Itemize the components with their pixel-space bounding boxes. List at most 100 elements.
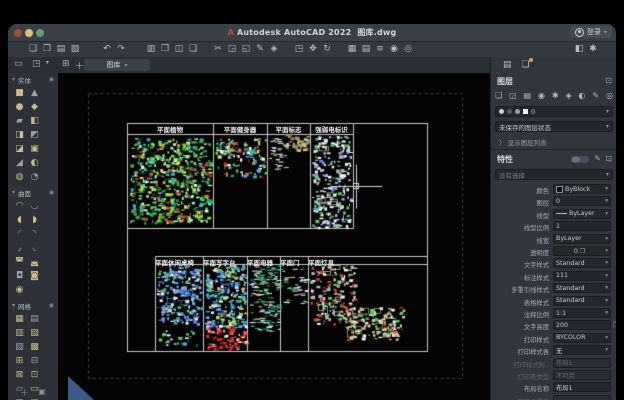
plot-preview-icon[interactable]: ❒ (158, 43, 172, 56)
layers-palette-icon[interactable]: ▤ (503, 60, 512, 70)
properties-header-toggle[interactable] (571, 156, 589, 163)
current-layer-row[interactable]: 0 ▾ (495, 106, 613, 117)
lock-layer-icon[interactable]: ◈ (565, 91, 571, 100)
match-layer-icon[interactable]: ✎ (592, 91, 599, 100)
tool-icon[interactable]: ▰ (12, 114, 27, 128)
tool-icon[interactable]: ◩ (27, 128, 42, 142)
tool-icon[interactable]: ⊟ (27, 354, 42, 368)
tool-icon[interactable]: ◡ (27, 199, 42, 213)
tool-group-header[interactable]: ▾曲面◉ (8, 186, 58, 199)
save-as-icon[interactable]: ▧ (68, 43, 82, 56)
drawing-tab[interactable]: 图库 ▾ (84, 59, 150, 71)
new-file-icon[interactable]: ❏ (26, 43, 40, 56)
insert-block-icon[interactable]: ◈ (267, 43, 281, 56)
edit-field-icon[interactable]: ❐ (613, 321, 616, 329)
view-cube-icon[interactable]: ◳ (32, 59, 41, 69)
copy-icon[interactable]: ◲ (225, 43, 239, 56)
property-value-field[interactable]: 布局1 (553, 382, 611, 392)
tool-icon[interactable]: ◧ (27, 114, 42, 128)
property-value-field[interactable]: ByLayer▾ (553, 209, 611, 219)
layer-freeze-icon[interactable] (507, 109, 512, 114)
paste-icon[interactable]: ◱ (239, 43, 253, 56)
tool-icon[interactable]: ⊞ (12, 354, 27, 368)
chevron-down-icon[interactable]: ▾ (46, 59, 49, 66)
tool-icon[interactable]: ◨ (12, 128, 27, 142)
layout-grid-icon[interactable]: ⊞ (62, 59, 70, 69)
open-folder-icon[interactable]: ❐ (40, 43, 54, 56)
tool-group-header[interactable]: ▾网格◉ (8, 299, 58, 312)
viewport-icon[interactable]: ▭ (14, 59, 23, 69)
property-value-field[interactable]: 1 (553, 221, 611, 231)
gear-icon[interactable]: ◉ (49, 189, 54, 196)
match-properties-icon[interactable]: ✎ (253, 43, 267, 56)
publish-icon[interactable]: ❑ (186, 43, 200, 56)
undo-icon[interactable]: ↶ (100, 43, 114, 56)
tool-icon[interactable]: ◞ (12, 241, 27, 255)
tool-icon[interactable]: ● (12, 100, 27, 114)
save-icon[interactable]: ▤ (54, 43, 68, 56)
cad-canvas[interactable] (58, 73, 490, 400)
property-value-field[interactable]: ByBlock▾ (553, 184, 611, 194)
tool-icon[interactable]: ◛ (27, 255, 42, 269)
tool-icon[interactable]: ◖ (12, 213, 27, 227)
tool-icon[interactable]: ▥ (12, 326, 27, 340)
tool-icon[interactable]: ■ (12, 86, 27, 100)
drawing-area[interactable]: 平面植物平面健身器平面标志强弱电标识平面休闲桌椅平面写字台平面电器平面门平面灯具 (58, 73, 490, 400)
layers-icon[interactable]: ▤ (359, 43, 373, 56)
plot-icon[interactable]: ▥ (144, 43, 158, 56)
property-value-field[interactable]: 0▾ (553, 196, 611, 206)
tool-icon[interactable]: ▦ (12, 312, 27, 326)
tool-icon[interactable]: ◜ (12, 227, 27, 241)
property-value-field[interactable]: BYCOLOR▾ (553, 333, 611, 343)
delete-layer-icon[interactable]: ◲ (509, 91, 517, 100)
property-value-field[interactable]: Standard▾ (553, 258, 611, 268)
property-value-field[interactable]: 1:1▾ (553, 308, 611, 318)
tool-icon[interactable]: ▤ (27, 312, 42, 326)
panel-icon[interactable]: ▣ (38, 387, 46, 398)
tool-icon[interactable]: ◐ (27, 156, 42, 170)
settings-icon[interactable]: ✱ (586, 43, 600, 56)
layer-color-swatch[interactable] (523, 109, 528, 114)
group-icon[interactable]: ◉ (387, 43, 401, 56)
tool-icon[interactable]: ◔ (27, 170, 42, 184)
properties-palette-icon[interactable]: ❏ (522, 60, 530, 70)
property-value-field[interactable]: ByLayer▾ (553, 234, 611, 244)
tool-icon[interactable]: ⊡ (27, 368, 42, 382)
tool-icon[interactable]: ◠ (12, 199, 27, 213)
layer-on-icon[interactable] (499, 109, 504, 114)
properties-list-icon[interactable]: ≡ (373, 43, 387, 56)
panel-collapse-icon[interactable]: ⊡ (605, 154, 612, 163)
tool-icon[interactable]: ▣ (27, 142, 42, 156)
tool-icon[interactable]: ◘ (12, 269, 27, 283)
tool-icon[interactable]: ◢ (12, 156, 27, 170)
isolate-layer-icon[interactable]: ◉ (538, 91, 545, 100)
property-value-field[interactable]: 200 (553, 320, 611, 330)
show-layer-list-link[interactable]: 〉 显示图层列表 (499, 137, 547, 147)
login-button[interactable]: 登录 ▾ (570, 26, 612, 38)
selection-dropdown[interactable]: 没有选择 ▾ (495, 169, 613, 180)
tool-icon[interactable]: ◟ (27, 241, 42, 255)
property-value-field[interactable]: Standard▾ (553, 296, 611, 306)
tool-icon[interactable]: ▲ (27, 86, 42, 100)
match-properties-icon[interactable]: ✎ (594, 154, 601, 163)
zoom-window-icon[interactable]: ◳ (292, 43, 306, 56)
layer-states-icon[interactable]: ▤ (524, 91, 532, 100)
tool-group-header[interactable]: ▾实体◉ (8, 73, 58, 86)
tool-icon[interactable]: ◝ (27, 227, 42, 241)
property-value-field[interactable]: 0❐▾ (553, 246, 611, 256)
property-value-field[interactable]: Standard▾ (553, 283, 611, 293)
tool-icon[interactable]: ◗ (27, 213, 42, 227)
measure-icon[interactable]: ▦ (345, 43, 359, 56)
cut-icon[interactable]: ✂ (211, 43, 225, 56)
add-tab-button[interactable]: ＋ (75, 59, 84, 72)
new-layer-icon[interactable]: ❏ (495, 91, 502, 100)
property-value-field[interactable]: 111▾ (553, 271, 611, 281)
add-tool-button[interactable]: ＋ (20, 387, 28, 398)
tool-icon[interactable]: ◆ (27, 100, 42, 114)
tool-icon[interactable]: ▩ (27, 340, 42, 354)
reference-manager-icon[interactable]: ◧ (572, 43, 586, 56)
property-value-field[interactable]: 无▾ (553, 345, 611, 355)
tool-icon[interactable]: ◍ (12, 170, 27, 184)
tool-icon[interactable]: ◪ (12, 142, 27, 156)
freeze-layer-icon[interactable]: ✱ (552, 91, 559, 100)
